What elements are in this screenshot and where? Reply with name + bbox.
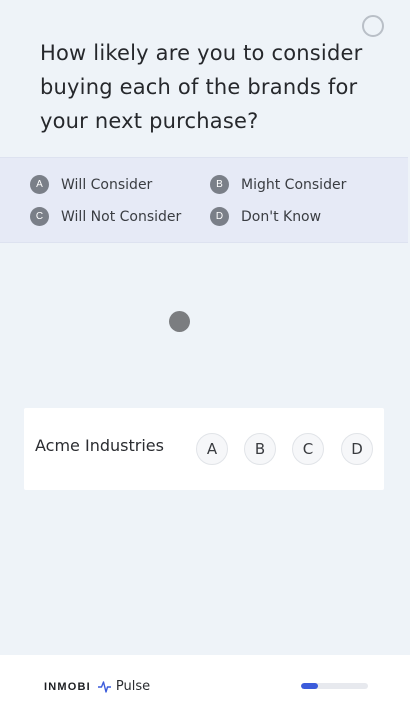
option-c-button[interactable]: C (292, 433, 324, 465)
question-text: How likely are you to consider buying ea… (40, 41, 363, 133)
legend-label: Will Consider (61, 176, 153, 193)
legend-badge: D (210, 207, 229, 226)
legend-item-might-consider: B Might Consider (210, 175, 346, 194)
progress-fill (301, 683, 318, 689)
logo-product-text: Pulse (115, 679, 151, 694)
progress-bar (301, 683, 368, 689)
pulse-wave-icon (97, 680, 111, 693)
footer-bar: INMOBI Pulse (0, 655, 410, 718)
loading-dot-icon (169, 311, 190, 332)
legend-label: Don't Know (241, 208, 322, 225)
legend-item-dont-know: D Don't Know (210, 207, 321, 226)
answer-legend: A Will Consider B Might Consider C Will … (0, 157, 408, 243)
survey-screen: How likely are you to consider buying ea… (0, 0, 410, 718)
legend-badge: A (30, 175, 49, 194)
close-icon[interactable] (362, 15, 384, 37)
legend-item-will-not-consider: C Will Not Consider (30, 207, 181, 226)
option-b-button[interactable]: B (244, 433, 276, 465)
legend-item-will-consider: A Will Consider (30, 175, 152, 194)
legend-badge: C (30, 207, 49, 226)
brand-name: Acme Industries (35, 436, 164, 455)
option-a-button[interactable]: A (196, 433, 228, 465)
option-d-button[interactable]: D (341, 433, 373, 465)
inmobi-pulse-logo: INMOBI Pulse (44, 679, 150, 694)
legend-label: Will Not Consider (61, 208, 182, 225)
logo-brand-text: INMOBI (44, 680, 91, 693)
legend-label: Might Consider (241, 176, 347, 193)
legend-badge: B (210, 175, 229, 194)
brand-row-card: Acme Industries A B C D (24, 408, 384, 490)
